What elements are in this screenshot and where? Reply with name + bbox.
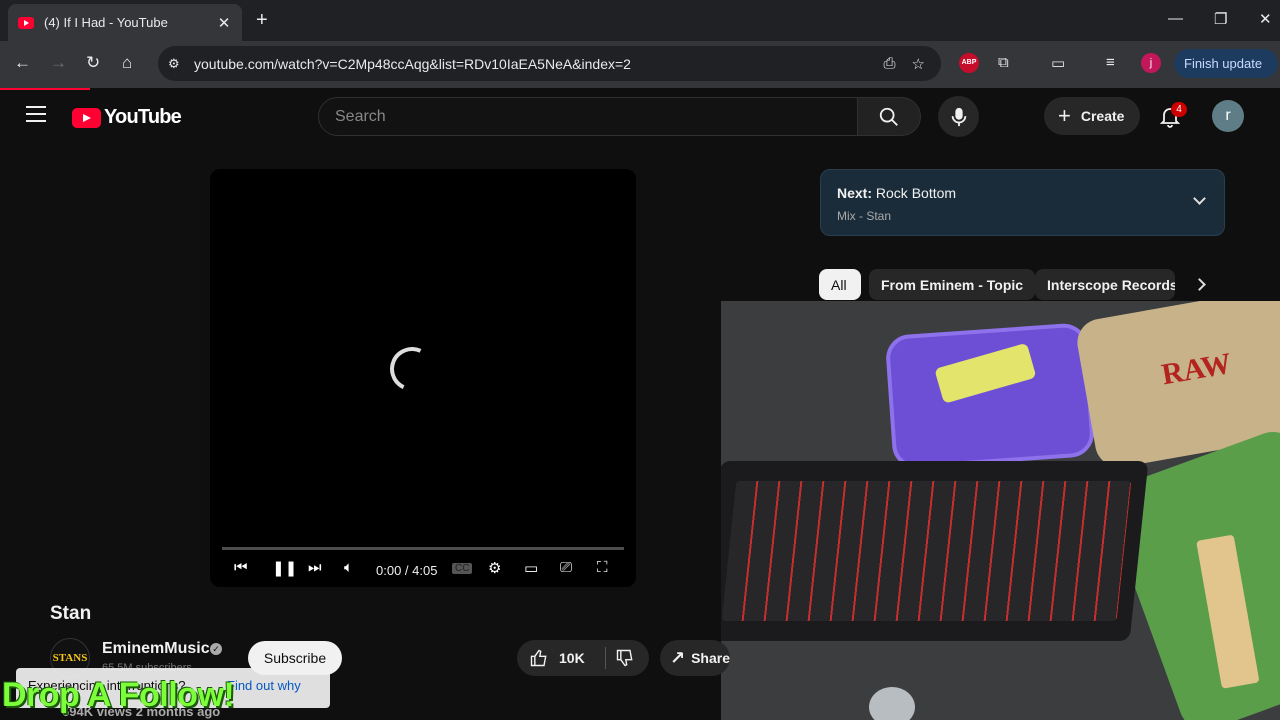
youtube-play-logo-icon <box>72 107 101 128</box>
maximize-icon[interactable]: ❐ <box>1214 10 1227 28</box>
settings-gear-icon[interactable]: ⚙ <box>488 559 501 577</box>
close-window-icon[interactable]: ✕ <box>1259 10 1272 28</box>
new-tab-button[interactable]: + <box>256 9 268 32</box>
voice-search-button[interactable] <box>938 96 979 137</box>
video-player[interactable]: ⏮ ❚❚ ⏭ 🔈︎ 0:00 / 4:05 CC ⚙ ▭ ⎚ ⛶ <box>210 169 636 587</box>
minimize-icon[interactable]: — <box>1168 10 1183 27</box>
home-icon[interactable]: ⌂ <box>122 53 132 73</box>
url-text[interactable]: youtube.com/watch?v=C2Mp48ccAqg&list=RDv… <box>194 56 884 72</box>
chevron-down-icon[interactable] <box>1193 192 1206 205</box>
cast-icon[interactable]: ⎚ <box>560 559 572 576</box>
pause-icon[interactable]: ❚❚ <box>272 559 297 577</box>
keyboard <box>721 461 1149 641</box>
player-controls: ⏮ ❚❚ ⏭ 🔈︎ 0:00 / 4:05 CC ⚙ ▭ ⎚ ⛶ <box>210 557 636 583</box>
bookmark-star-icon[interactable]: ☆ <box>912 55 925 73</box>
next-up-line: Next: Rock Bottom <box>837 185 956 201</box>
chip-from-eminem-topic[interactable]: From Eminem - Topic <box>869 269 1036 300</box>
purple-tray <box>884 322 1096 470</box>
volume-icon[interactable]: 🔈︎ <box>344 559 353 576</box>
forward-icon[interactable]: → <box>50 53 67 73</box>
verified-check-icon: ✓ <box>210 643 222 655</box>
search-input[interactable] <box>335 107 857 126</box>
finish-update-button[interactable]: Finish update <box>1174 49 1278 78</box>
share-button[interactable]: ↗ Share <box>660 640 730 676</box>
like-dislike-group: 10K <box>517 640 649 676</box>
create-button[interactable]: + Create <box>1044 97 1140 135</box>
like-divider <box>605 647 606 669</box>
plus-icon: + <box>1058 103 1071 128</box>
notification-badge: 4 <box>1171 102 1187 117</box>
share-label: Share <box>691 650 731 666</box>
channel-name[interactable]: EminemMusic <box>102 640 210 658</box>
time-display: 0:00 / 4:05 <box>376 563 438 578</box>
site-info-icon[interactable]: ⚙ <box>168 56 188 72</box>
chip-all[interactable]: All <box>819 269 861 300</box>
account-avatar[interactable]: r <box>1212 100 1244 132</box>
next-prefix: Next: <box>837 185 873 201</box>
logo-wordmark: YouTube <box>104 106 182 128</box>
mouse <box>869 687 915 720</box>
address-bar[interactable]: ⚙ youtube.com/watch?v=C2Mp48ccAqg&list=R… <box>158 46 941 81</box>
playlist-next-panel[interactable]: Next: Rock Bottom Mix - Stan <box>820 169 1225 236</box>
video-title: Stan <box>50 603 92 624</box>
dislike-button[interactable] <box>615 648 635 673</box>
next-title: Rock Bottom <box>875 185 957 201</box>
previous-icon[interactable]: ⏮ <box>234 559 248 576</box>
chip-interscope-records[interactable]: Interscope Records <box>1035 269 1175 300</box>
chevron-right-icon[interactable] <box>1193 278 1206 291</box>
search-box[interactable] <box>318 97 858 136</box>
search-button[interactable] <box>857 97 921 136</box>
keyboard-keys <box>721 481 1132 621</box>
rolling-paper-pack <box>1196 534 1260 689</box>
install-app-icon[interactable]: ⎙ <box>884 55 896 72</box>
tray-item <box>934 342 1037 404</box>
page-load-progress <box>0 88 90 90</box>
browser-tab[interactable]: (4) If I Had - YouTube ✕ <box>8 4 242 41</box>
thumbs-down-icon <box>616 649 633 667</box>
reload-icon[interactable]: ↻ <box>86 53 100 73</box>
media-controls-icon[interactable]: ≡ <box>1106 54 1115 71</box>
next-subtitle: Mix - Stan <box>837 209 892 223</box>
reading-mode-icon[interactable]: ▭ <box>1051 54 1065 72</box>
back-icon[interactable]: ← <box>14 53 31 73</box>
microphone-icon <box>951 107 966 126</box>
tray-brand-text: RAW <box>1159 346 1234 392</box>
browser-profile-avatar[interactable]: j <box>1141 53 1161 73</box>
browser-tab-strip: (4) If I Had - YouTube ✕ + — ❐ ✕ <box>0 0 1280 41</box>
theater-mode-icon[interactable]: ▭ <box>524 559 538 577</box>
notifications-button[interactable]: 4 <box>1158 102 1187 130</box>
find-out-why-link[interactable]: Find out why <box>227 678 301 693</box>
loading-spinner-icon <box>383 340 441 398</box>
youtube-logo[interactable]: YouTube <box>72 106 182 129</box>
create-label: Create <box>1080 108 1125 124</box>
extensions-icon[interactable]: ⧉ <box>998 54 1009 71</box>
like-button[interactable]: 10K <box>529 648 585 668</box>
share-arrow-icon: ↗ <box>670 647 686 668</box>
adblock-plus-icon[interactable]: ABP <box>959 53 979 73</box>
like-count: 10K <box>559 650 585 666</box>
search-icon <box>879 107 898 126</box>
next-icon[interactable]: ⏭ <box>308 559 322 576</box>
drop-a-follow-overlay: Drop A Follow! <box>2 676 235 714</box>
youtube-favicon-icon <box>18 16 34 29</box>
guide-menu-icon[interactable] <box>26 106 46 122</box>
browser-toolbar: ← → ↻ ⌂ ⚙ youtube.com/watch?v=C2Mp48ccAq… <box>0 41 1280 88</box>
tab-title: (4) If I Had - YouTube <box>44 15 168 30</box>
webcam-overlay: RAW <box>721 301 1280 720</box>
progress-bar[interactable] <box>222 547 624 550</box>
captions-icon[interactable]: CC <box>452 563 473 574</box>
fullscreen-icon[interactable]: ⛶ <box>597 559 608 576</box>
finish-update-label: Finish update <box>1184 56 1263 71</box>
thumbs-up-icon <box>530 649 547 667</box>
close-tab-icon[interactable]: ✕ <box>216 14 232 32</box>
